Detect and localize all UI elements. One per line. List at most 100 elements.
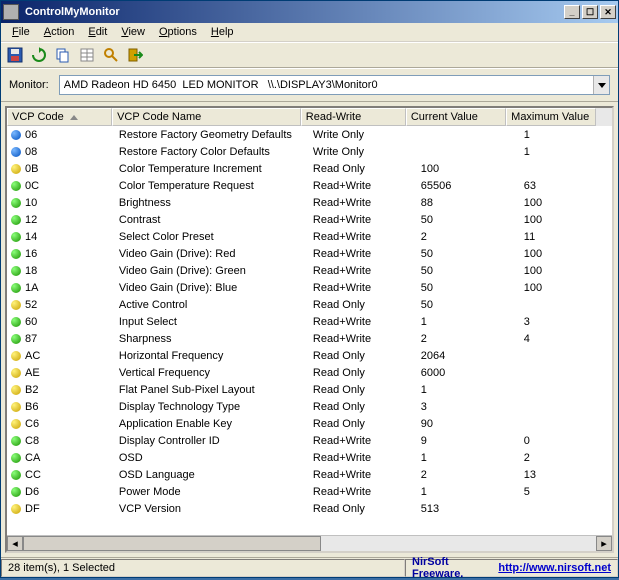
header-vcp-name[interactable]: VCP Code Name: [112, 108, 301, 126]
exit-button[interactable]: [125, 45, 145, 65]
copy-button[interactable]: [53, 45, 73, 65]
menu-options[interactable]: Options: [152, 24, 204, 40]
cell-code: C8: [7, 435, 115, 447]
scroll-right-button[interactable]: ▸: [596, 536, 612, 551]
toolbar: [1, 42, 618, 68]
table-row[interactable]: 0BColor Temperature IncrementRead Only10…: [7, 160, 612, 177]
table-row[interactable]: 14Select Color PresetRead+Write211: [7, 228, 612, 245]
cell-current: 2: [417, 469, 520, 481]
minimize-button[interactable]: _: [564, 5, 580, 19]
header-read-write[interactable]: Read-Write: [301, 108, 406, 126]
cell-name: Color Temperature Increment: [115, 163, 309, 175]
cell-code: 60: [7, 316, 115, 328]
monitor-dropdown-button[interactable]: [593, 76, 609, 94]
monitor-input[interactable]: [60, 76, 593, 94]
status-bar: 28 item(s), 1 Selected NirSoft Freeware.…: [1, 557, 618, 577]
cell-max: 100: [520, 214, 612, 226]
menu-action[interactable]: Action: [37, 24, 82, 40]
table-row[interactable]: CAOSDRead+Write12: [7, 449, 612, 466]
table-row[interactable]: 08Restore Factory Color DefaultsWrite On…: [7, 143, 612, 160]
status-dot-icon: [11, 453, 21, 463]
menu-file[interactable]: File: [5, 24, 37, 40]
status-dot-icon: [11, 164, 21, 174]
properties-button[interactable]: [77, 45, 97, 65]
cell-current: 1: [417, 384, 520, 396]
maximize-button[interactable]: ☐: [582, 5, 598, 19]
cell-current: 50: [417, 265, 520, 277]
table-row[interactable]: C6Application Enable KeyRead Only90: [7, 415, 612, 432]
cell-rw: Read+Write: [309, 469, 417, 481]
refresh-button[interactable]: [29, 45, 49, 65]
cell-max: 0: [520, 435, 612, 447]
table-row[interactable]: C8Display Controller IDRead+Write90: [7, 432, 612, 449]
table-row[interactable]: 10BrightnessRead+Write88100: [7, 194, 612, 211]
vertical-scrollbar[interactable]: [596, 108, 612, 126]
cell-name: Display Technology Type: [115, 401, 309, 413]
table-row[interactable]: 16Video Gain (Drive): RedRead+Write50100: [7, 245, 612, 262]
table-row[interactable]: D6Power ModeRead+Write15: [7, 483, 612, 500]
status-dot-icon: [11, 487, 21, 497]
table-row[interactable]: AEVertical FrequencyRead Only6000: [7, 364, 612, 381]
cell-rw: Read Only: [309, 401, 417, 413]
cell-name: Flat Panel Sub-Pixel Layout: [115, 384, 309, 396]
cell-current: 9: [417, 435, 520, 447]
cell-code: 0C: [7, 180, 115, 192]
cell-code: C6: [7, 418, 115, 430]
cell-rw: Read+Write: [309, 452, 417, 464]
table-row[interactable]: 60Input SelectRead+Write13: [7, 313, 612, 330]
cell-current: 50: [417, 299, 520, 311]
cell-name: Active Control: [115, 299, 309, 311]
header-max-value[interactable]: Maximum Value: [506, 108, 596, 126]
cell-name: Color Temperature Request: [115, 180, 309, 192]
table-row[interactable]: 18Video Gain (Drive): GreenRead+Write501…: [7, 262, 612, 279]
cell-max: 1: [520, 146, 612, 158]
monitor-combobox[interactable]: [59, 75, 610, 95]
find-button[interactable]: [101, 45, 121, 65]
status-dot-icon: [11, 402, 21, 412]
menu-view[interactable]: View: [114, 24, 152, 40]
table-row[interactable]: CCOSD LanguageRead+Write213: [7, 466, 612, 483]
vcp-listview[interactable]: VCP Code VCP Code Name Read-Write Curren…: [5, 106, 614, 553]
cell-rw: Read Only: [309, 163, 417, 175]
header-current-value[interactable]: Current Value: [406, 108, 506, 126]
status-dot-icon: [11, 198, 21, 208]
cell-name: Vertical Frequency: [115, 367, 309, 379]
cell-code: B6: [7, 401, 115, 413]
header-vcp-code[interactable]: VCP Code: [7, 108, 112, 126]
floppy-icon: [7, 47, 23, 63]
cell-rw: Read+Write: [309, 248, 417, 260]
title-bar[interactable]: ControlMyMonitor _ ☐ ✕: [1, 1, 618, 23]
menu-edit[interactable]: Edit: [81, 24, 114, 40]
cell-name: OSD Language: [115, 469, 309, 481]
column-headers: VCP Code VCP Code Name Read-Write Curren…: [7, 108, 612, 126]
table-row[interactable]: ACHorizontal FrequencyRead Only2064: [7, 347, 612, 364]
table-row[interactable]: 06Restore Factory Geometry DefaultsWrite…: [7, 126, 612, 143]
table-row[interactable]: 52Active ControlRead Only50: [7, 296, 612, 313]
cell-max: 3: [520, 316, 612, 328]
cell-rw: Read Only: [309, 350, 417, 362]
table-row[interactable]: 12ContrastRead+Write50100: [7, 211, 612, 228]
scroll-thumb[interactable]: [23, 536, 321, 551]
table-row[interactable]: B6Display Technology TypeRead Only3: [7, 398, 612, 415]
refresh-icon: [31, 47, 47, 63]
menu-help[interactable]: Help: [204, 24, 241, 40]
scroll-track[interactable]: [23, 536, 596, 551]
table-row[interactable]: 87SharpnessRead+Write24: [7, 330, 612, 347]
status-dot-icon: [11, 147, 21, 157]
table-row[interactable]: DFVCP VersionRead Only513: [7, 500, 612, 517]
cell-rw: Read Only: [309, 384, 417, 396]
cell-code: AE: [7, 367, 115, 379]
status-dot-icon: [11, 215, 21, 225]
rows-container: 06Restore Factory Geometry DefaultsWrite…: [7, 126, 612, 535]
table-row[interactable]: B2Flat Panel Sub-Pixel LayoutRead Only1: [7, 381, 612, 398]
cell-rw: Read Only: [309, 418, 417, 430]
cell-code: CA: [7, 452, 115, 464]
application-window: ControlMyMonitor _ ☐ ✕ File Action Edit …: [0, 0, 619, 578]
nirsoft-link[interactable]: http://www.nirsoft.net: [498, 562, 611, 574]
save-button[interactable]: [5, 45, 25, 65]
table-row[interactable]: 1AVideo Gain (Drive): BlueRead+Write5010…: [7, 279, 612, 296]
close-button[interactable]: ✕: [600, 5, 616, 19]
scroll-left-button[interactable]: ◂: [7, 536, 23, 551]
horizontal-scrollbar[interactable]: ◂ ▸: [7, 535, 612, 551]
table-row[interactable]: 0CColor Temperature RequestRead+Write655…: [7, 177, 612, 194]
